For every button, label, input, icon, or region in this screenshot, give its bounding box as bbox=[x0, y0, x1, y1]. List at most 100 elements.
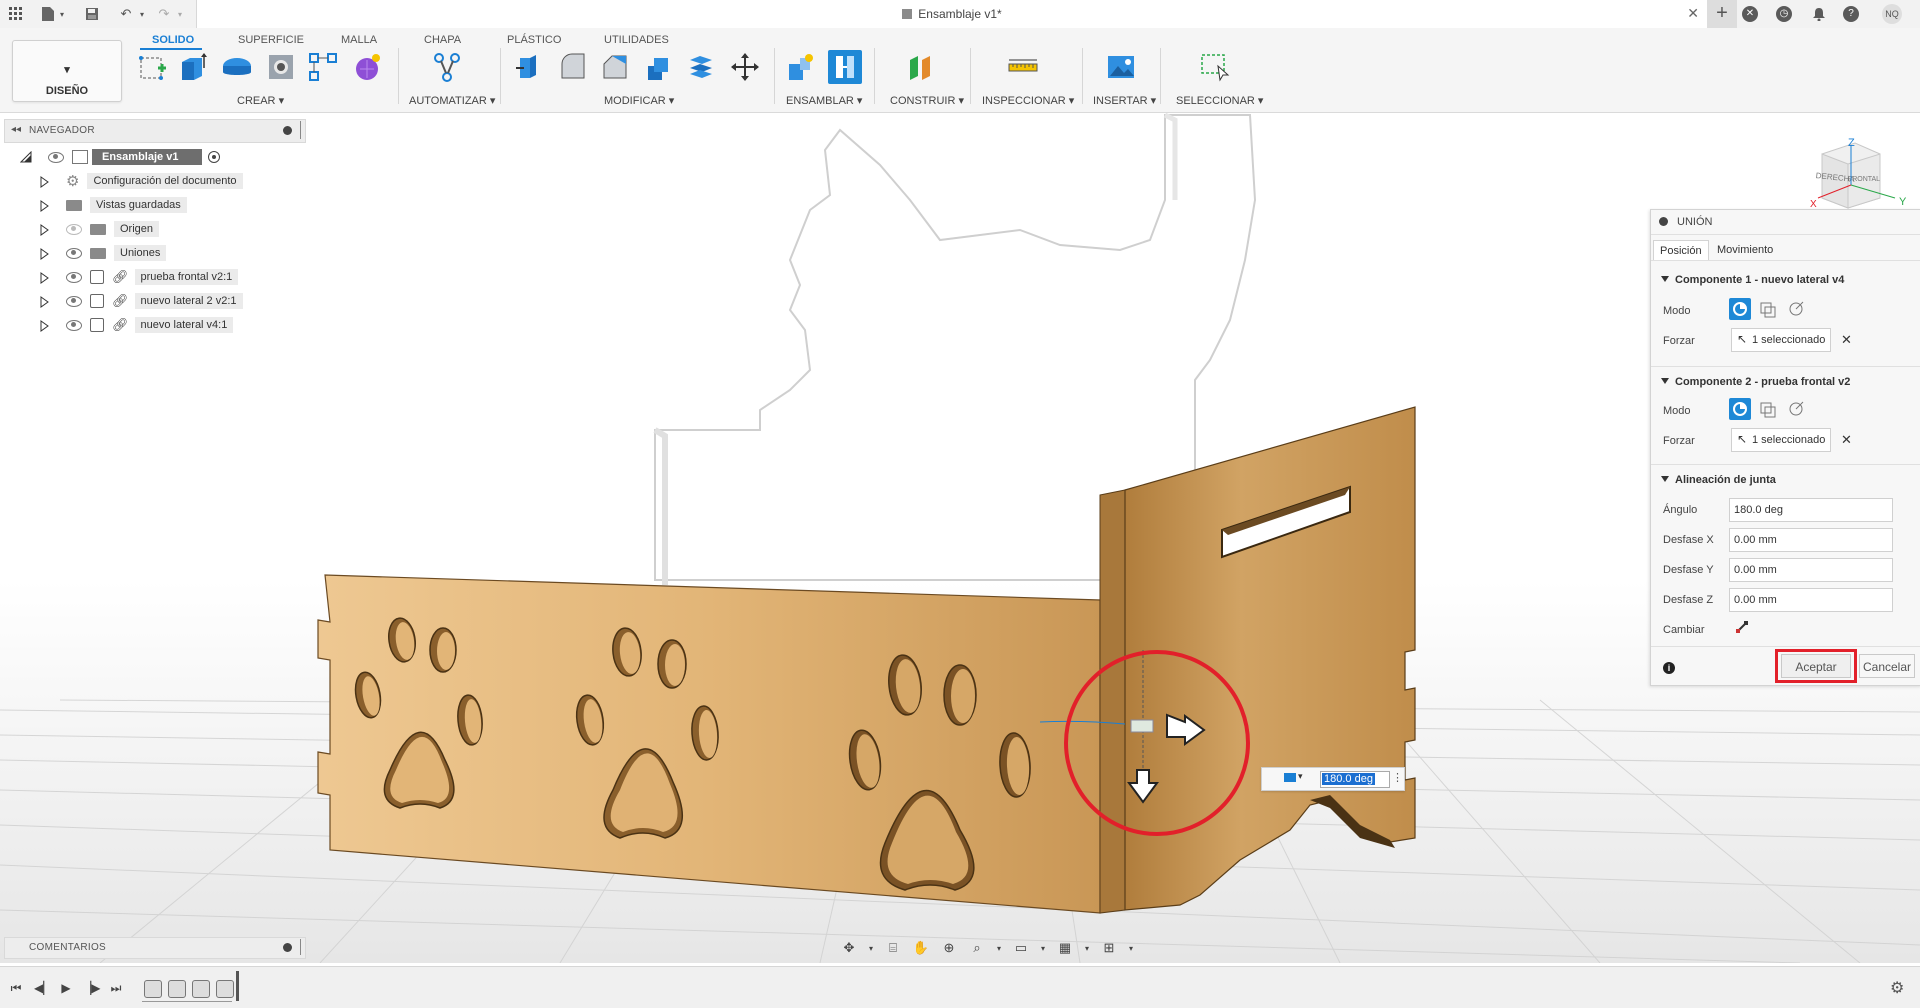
component2-snap-select[interactable]: ↖ 1 seleccionado bbox=[1731, 428, 1831, 452]
create-sketch-icon[interactable] bbox=[136, 50, 170, 84]
model-canvas[interactable]: DERECHA FRONTAL Z Y X bbox=[0, 113, 1920, 963]
move-copy-icon[interactable] bbox=[728, 50, 762, 84]
visibility-eye-icon[interactable] bbox=[66, 295, 82, 307]
angle-dropdown-icon[interactable]: ▾ bbox=[1298, 771, 1303, 782]
measure-icon[interactable] bbox=[1006, 50, 1040, 84]
job-status-icon[interactable]: ◷ bbox=[1776, 6, 1792, 22]
close-tab-icon[interactable]: ✕ bbox=[1687, 5, 1699, 22]
notifications-icon[interactable] bbox=[1809, 4, 1829, 24]
3d-viewport[interactable]: DERECHA FRONTAL Z Y X ▾ 180.0 deg ⋮ bbox=[0, 113, 1920, 963]
timeline-feature-icon[interactable] bbox=[144, 980, 162, 998]
offset-y-input[interactable]: 0.00 mm bbox=[1729, 558, 1893, 582]
tab-chapa[interactable]: CHAPA bbox=[424, 34, 461, 46]
undo-dropdown-icon[interactable]: ▾ bbox=[132, 4, 152, 24]
browser-header[interactable]: ◂◂ NAVEGADOR bbox=[4, 119, 306, 143]
select-icon[interactable] bbox=[1198, 50, 1232, 84]
extrude-icon[interactable] bbox=[176, 50, 210, 84]
canvas-angle-input[interactable]: ▾ 180.0 deg ⋮ bbox=[1261, 767, 1405, 791]
browser-item-component[interactable]: 🔗︎ prueba frontal v2:1 bbox=[40, 268, 239, 286]
browser-item-joints[interactable]: Uniones bbox=[40, 244, 167, 262]
play-icon[interactable]: ▶ bbox=[58, 981, 74, 995]
group-insertar[interactable]: INSERTAR ▾ bbox=[1093, 94, 1156, 107]
mode-simple-button[interactable] bbox=[1729, 298, 1751, 320]
automate-icon[interactable] bbox=[430, 50, 464, 84]
tab-movimiento[interactable]: Movimiento bbox=[1711, 240, 1779, 260]
browser-root[interactable]: Ensamblaje v1 bbox=[20, 148, 221, 166]
expand-arrow-icon[interactable] bbox=[40, 224, 49, 236]
mode-between-two-faces-button[interactable] bbox=[1757, 298, 1779, 320]
activate-icon[interactable] bbox=[208, 151, 221, 163]
step-forward-icon[interactable]: ▕▶ bbox=[82, 981, 100, 995]
tab-utilidades[interactable]: UTILIDADES bbox=[604, 34, 669, 46]
expand-arrow-icon[interactable] bbox=[40, 296, 49, 308]
tab-superficie[interactable]: SUPERFICIE bbox=[238, 34, 304, 46]
alignment-section[interactable]: Alineación de junta bbox=[1661, 474, 1776, 486]
go-to-end-icon[interactable]: ⏭ bbox=[108, 981, 124, 995]
expand-arrow-icon[interactable] bbox=[40, 248, 49, 260]
group-crear[interactable]: CREAR ▾ bbox=[237, 94, 284, 107]
expand-arrow-icon[interactable] bbox=[40, 320, 49, 332]
more-options-icon[interactable]: ⋮ bbox=[1392, 771, 1403, 784]
fillet-icon[interactable] bbox=[556, 50, 590, 84]
timeline-feature-icon[interactable] bbox=[216, 980, 234, 998]
group-automatizar[interactable]: AUTOMATIZAR ▾ bbox=[409, 94, 495, 107]
grid-icon[interactable]: ▦ bbox=[1054, 939, 1076, 957]
grid-dropdown-icon[interactable]: ▾ bbox=[1082, 939, 1092, 957]
hidden-eye-icon[interactable] bbox=[66, 223, 82, 235]
angle-manipulator-icon[interactable] bbox=[1284, 773, 1296, 782]
expand-arrow-icon[interactable] bbox=[40, 200, 49, 212]
look-at-icon[interactable]: ⌸ bbox=[882, 939, 904, 957]
info-icon[interactable]: i bbox=[1663, 662, 1675, 674]
press-pull-icon[interactable] bbox=[512, 50, 546, 84]
timeline-feature-icon[interactable] bbox=[168, 980, 186, 998]
mode-between-two-faces-button[interactable] bbox=[1757, 398, 1779, 420]
cancel-button[interactable]: Cancelar bbox=[1859, 654, 1915, 678]
visibility-eye-icon[interactable] bbox=[66, 271, 82, 283]
save-icon[interactable] bbox=[82, 4, 102, 24]
visibility-eye-icon[interactable] bbox=[66, 319, 82, 331]
timeline-settings-icon[interactable]: ⚙ bbox=[1890, 978, 1904, 998]
component2-section[interactable]: Componente 2 - prueba frontal v2 bbox=[1661, 376, 1850, 388]
viewports-dropdown-icon[interactable]: ▾ bbox=[1126, 939, 1136, 957]
tab-posicion[interactable]: Posición bbox=[1653, 240, 1709, 260]
offset-plane-icon[interactable] bbox=[904, 50, 938, 84]
tab-plastico[interactable]: PLÁSTICO bbox=[507, 34, 561, 46]
offset-x-input[interactable]: 0.00 mm bbox=[1729, 528, 1893, 552]
help-icon[interactable]: ? bbox=[1843, 6, 1859, 22]
add-comment-icon[interactable] bbox=[283, 943, 292, 952]
dialog-collapse-icon[interactable] bbox=[1659, 217, 1668, 226]
mode-two-edge-intersection-button[interactable] bbox=[1785, 398, 1807, 420]
expand-toggle-icon[interactable] bbox=[20, 151, 32, 163]
flip-icon[interactable] bbox=[1735, 620, 1749, 634]
document-tab[interactable]: Ensamblaje v1* ✕ bbox=[196, 0, 1708, 28]
create-form-icon[interactable] bbox=[350, 50, 384, 84]
offset-z-input[interactable]: 0.00 mm bbox=[1729, 588, 1893, 612]
orbit-icon[interactable]: ✥ bbox=[838, 939, 860, 957]
chamfer-icon[interactable] bbox=[598, 50, 632, 84]
zoom-icon[interactable]: ⊕ bbox=[938, 939, 960, 957]
file-dropdown-icon[interactable]: ▾ bbox=[52, 4, 72, 24]
workspace-switcher[interactable]: DISEÑO ▾ bbox=[12, 40, 122, 102]
display-dropdown-icon[interactable]: ▾ bbox=[1038, 939, 1048, 957]
clear-selection-icon[interactable]: ✕ bbox=[1841, 332, 1852, 348]
viewcube-front-face[interactable]: FRONTAL bbox=[1848, 176, 1880, 183]
pattern-icon[interactable] bbox=[306, 50, 340, 84]
group-inspeccionar[interactable]: INSPECCIONAR ▾ bbox=[982, 94, 1074, 107]
browser-resize-handle[interactable] bbox=[300, 121, 303, 139]
component1-snap-select[interactable]: ↖ 1 seleccionado bbox=[1731, 328, 1831, 352]
comments-resize-handle[interactable] bbox=[300, 939, 303, 955]
visibility-eye-icon[interactable] bbox=[66, 247, 82, 259]
step-back-icon[interactable]: ◀▏ bbox=[34, 981, 52, 995]
comments-panel[interactable]: COMENTARIOS bbox=[4, 937, 306, 959]
browser-item-document-settings[interactable]: ⚙ Configuración del documento bbox=[40, 172, 243, 190]
insert-image-icon[interactable] bbox=[1104, 50, 1138, 84]
viewports-icon[interactable]: ⊞ bbox=[1098, 939, 1120, 957]
group-seleccionar[interactable]: SELECCIONAR ▾ bbox=[1176, 94, 1263, 107]
mode-simple-button[interactable] bbox=[1729, 398, 1751, 420]
dialog-header[interactable]: UNIÓN bbox=[1651, 210, 1920, 235]
orbit-dropdown-icon[interactable]: ▾ bbox=[866, 939, 876, 957]
timeline-marker[interactable] bbox=[236, 971, 239, 1001]
user-avatar[interactable]: NQ bbox=[1882, 4, 1902, 24]
browser-minimize-icon[interactable] bbox=[283, 126, 292, 135]
pan-icon[interactable]: ✋ bbox=[910, 939, 932, 957]
